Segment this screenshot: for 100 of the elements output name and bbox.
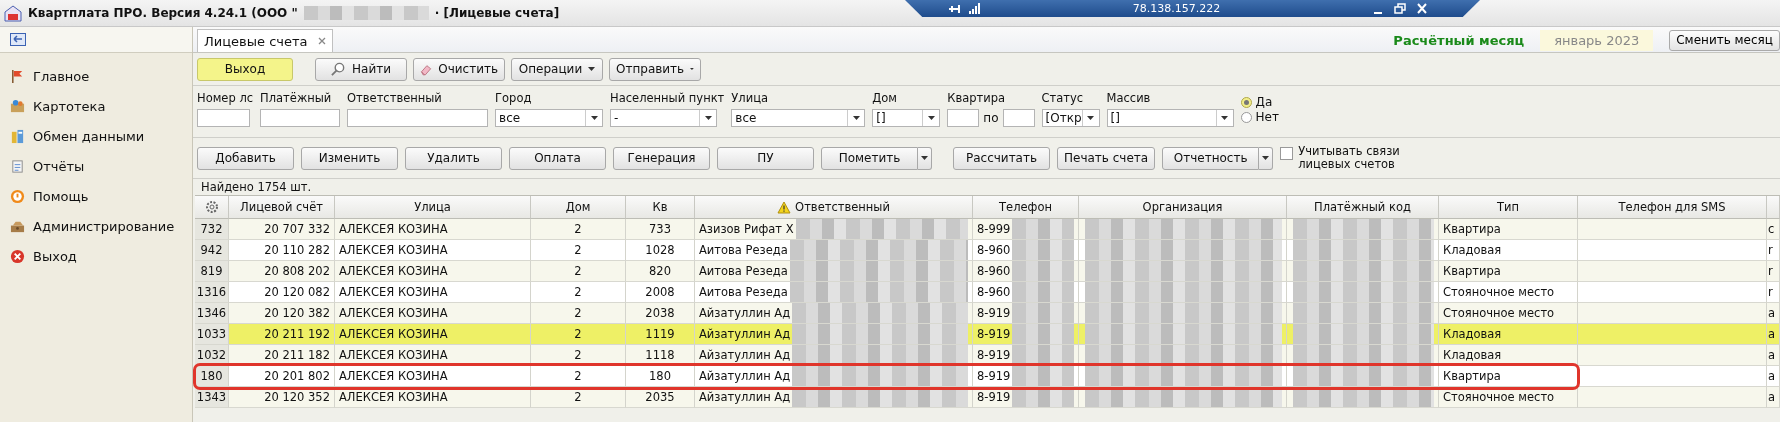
table-cell: Аитова Резеда <box>695 240 973 261</box>
table-row[interactable]: 180 20 201 802 АЛЕКСЕЯ КОЗИНА 2 180 Айзатуллин Ад 8-919 Квартира a <box>195 366 1780 387</box>
table-cell: Айзатуллин Ад <box>695 366 973 387</box>
radio-button[interactable] <box>1240 111 1252 123</box>
toolbar-button[interactable]: Найти <box>315 57 407 81</box>
action-button[interactable]: Добавить <box>197 146 294 170</box>
settings-icon[interactable] <box>204 200 219 214</box>
sidebar-item[interactable]: Главное <box>0 61 192 91</box>
input-field[interactable] <box>1002 109 1035 127</box>
radio-button[interactable] <box>1240 96 1252 108</box>
action-button[interactable]: Отчетность <box>1162 146 1260 170</box>
caret-icon <box>588 67 596 71</box>
close-icon[interactable] <box>317 37 326 45</box>
toolbar-button[interactable]: Очистить <box>413 57 505 81</box>
action-button[interactable]: Генерация <box>613 146 710 170</box>
action-button[interactable]: Оплата <box>509 146 606 170</box>
action-button[interactable]: Печать счета <box>1057 146 1156 170</box>
help-icon <box>10 188 25 204</box>
dropdown-field[interactable]: [Откр <box>1041 109 1100 127</box>
dropdown-field[interactable]: - <box>610 109 718 127</box>
sidebar-item[interactable]: Администрирование <box>0 211 192 241</box>
column-header[interactable]: Телефон <box>973 196 1079 219</box>
restore-icon[interactable] <box>1394 3 1406 14</box>
field-label: Улица <box>731 91 770 106</box>
caret-icon <box>927 116 935 120</box>
column-header[interactable]: Ответственный <box>695 196 973 219</box>
table-row[interactable]: 1033 20 211 192 АЛЕКСЕЯ КОЗИНА 2 1119 Айзатуллин Ад 8-919 Кладовая a <box>195 324 1780 345</box>
action-button[interactable]: Удалить <box>405 146 502 170</box>
table-row[interactable]: 1346 20 120 382 АЛЕКСЕЯ КОЗИНА 2 2038 Айзатуллин Ад 8-919 Стояночное место a <box>195 303 1780 324</box>
table-cell: Айзатуллин Ад <box>695 345 973 366</box>
table-row[interactable]: 732 20 707 332 АЛЕКСЕЯ КОЗИНА 2 733 Азизов Рифат Х 8-999 Квартира c <box>195 219 1780 240</box>
table-cell: Стояночное место <box>1439 387 1578 408</box>
action-button[interactable]: ПУ <box>717 146 814 170</box>
dropdown-field[interactable]: [] <box>872 109 941 127</box>
tab[interactable]: Лицевые счета <box>197 29 333 52</box>
field-label: Город <box>495 91 533 106</box>
action-button[interactable]: Рассчитать <box>953 146 1050 170</box>
action-button[interactable]: Пометить <box>821 146 918 170</box>
toolbar-button[interactable]: Операции <box>511 57 603 81</box>
input-field[interactable] <box>947 109 980 127</box>
field-label: Ответственный <box>347 91 443 106</box>
dropdown-arrow-button[interactable] <box>1259 146 1274 170</box>
column-header[interactable]: Платёжный код <box>1287 196 1439 219</box>
table-cell: Квартира <box>1439 366 1578 387</box>
table-cell: 8-919 <box>973 387 1079 408</box>
flag-icon <box>10 68 25 84</box>
blurred-area <box>1012 324 1074 344</box>
table-row[interactable]: 819 20 808 202 АЛЕКСЕЯ КОЗИНА 2 820 Аитова Резеда 8-960 Квартира r <box>195 261 1780 282</box>
sidebar-item[interactable]: Отчёты <box>0 151 192 181</box>
document-icon <box>10 158 25 174</box>
dropdown-arrow-button[interactable] <box>918 146 932 170</box>
toolbar-button[interactable]: Отправить <box>609 57 701 81</box>
table-cell: 8-919 <box>973 345 1079 366</box>
field-label: Платёжный <box>260 91 333 106</box>
column-header[interactable]: Дом <box>531 196 626 219</box>
pin-icon[interactable] <box>947 2 963 15</box>
change-month-button[interactable]: Сменить месяц <box>1669 29 1780 51</box>
input-field[interactable] <box>347 109 489 127</box>
table-cell: 20 201 802 <box>229 366 335 387</box>
input-field[interactable] <box>260 109 341 127</box>
period-value: январь 2023 <box>1540 29 1654 51</box>
column-header[interactable]: Улица <box>335 196 531 219</box>
input-field[interactable] <box>197 109 250 127</box>
sidebar-item[interactable]: Помощь <box>0 181 192 211</box>
field-label: Населенный пункт <box>610 91 725 106</box>
sidebar-item[interactable]: Картотека <box>0 91 192 121</box>
folders-icon <box>10 128 25 144</box>
action-button[interactable]: Изменить <box>301 146 398 170</box>
blurred-area <box>1012 303 1074 323</box>
table-row[interactable]: 942 20 110 282 АЛЕКСЕЯ КОЗИНА 2 1028 Аитова Резеда 8-960 Кладовая r <box>195 240 1780 261</box>
app-logo-icon <box>4 4 22 22</box>
column-header[interactable]: Организация <box>1079 196 1287 219</box>
dropdown-field[interactable]: все <box>495 109 604 127</box>
dropdown-field[interactable]: [] <box>1106 109 1234 127</box>
column-header[interactable]: Телефон для SMS <box>1578 196 1767 219</box>
table-cell: 8-960 <box>973 240 1079 261</box>
blurred-area <box>1012 240 1074 260</box>
caret-icon <box>690 67 694 71</box>
column-header[interactable]: Кв <box>626 196 695 219</box>
table-cell: Азизов Рифат Х <box>695 219 973 240</box>
people-icon <box>10 98 25 114</box>
caret-icon <box>852 116 860 120</box>
column-header[interactable]: Лицевой счёт <box>229 196 335 219</box>
column-header[interactable]: Тип <box>1439 196 1578 219</box>
table-cell: 2 <box>531 366 626 387</box>
table-cell: 180 <box>626 366 695 387</box>
search-icon <box>331 61 346 77</box>
row-number: 1033 <box>195 324 229 345</box>
sidebar-item[interactable]: Обмен данными <box>0 121 192 151</box>
table-cell: Аитова Резеда <box>695 282 973 303</box>
blurred-area <box>1012 219 1074 239</box>
sidebar-item[interactable]: Выход <box>0 241 192 271</box>
caret-icon <box>704 116 712 120</box>
dropdown-field[interactable]: все <box>731 109 866 127</box>
close-icon <box>10 248 25 264</box>
exit-button[interactable]: Выход <box>197 57 293 81</box>
checkbox[interactable] <box>1280 147 1294 160</box>
table-row[interactable]: 1316 20 120 082 АЛЕКСЕЯ КОЗИНА 2 2008 Аитова Резеда 8-960 Стояночное место r <box>195 282 1780 303</box>
table-cell: 8-919 <box>973 324 1079 345</box>
collapse-icon[interactable] <box>10 33 26 46</box>
